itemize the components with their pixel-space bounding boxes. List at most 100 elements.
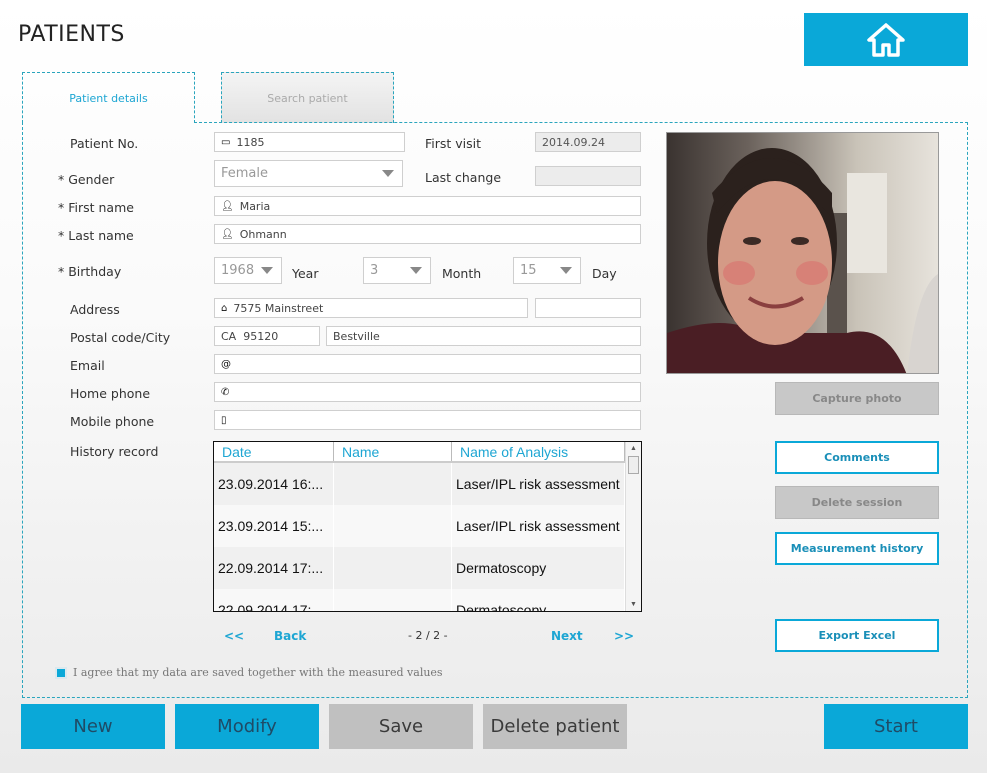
cell-name [334, 463, 452, 505]
save-button[interactable]: Save [329, 704, 473, 749]
table-body: 23.09.2014 16:... Laser/IPL risk assessme… [214, 463, 641, 611]
delete-session-button[interactable]: Delete session [775, 486, 939, 519]
table-row[interactable]: 23.09.2014 15:... Laser/IPL risk assessme… [214, 505, 625, 547]
birth-year-select[interactable]: 1968 [214, 257, 282, 284]
table-header: Date Name Name of Analysis [214, 442, 625, 463]
mobile-phone-field[interactable]: ▯ [214, 410, 641, 430]
gender-value: Female [221, 166, 269, 181]
back-link[interactable]: Back [274, 629, 306, 643]
last-name-field[interactable]: 👤︎ Ohmann [214, 224, 641, 244]
cell-name [334, 505, 452, 547]
gender-label: * Gender [58, 172, 115, 187]
new-button[interactable]: New [21, 704, 165, 749]
address-label: Address [70, 302, 120, 317]
address-extra-field[interactable] [535, 298, 641, 318]
home-button[interactable] [804, 13, 968, 66]
month-label: Month [442, 266, 482, 281]
postal-code-field[interactable]: CA 95120 [214, 326, 320, 346]
chevron-down-icon [560, 267, 572, 274]
delete-patient-button[interactable]: Delete patient [483, 704, 627, 749]
scroll-down-icon[interactable]: ▼ [626, 601, 641, 608]
last-change-label: Last change [425, 170, 502, 185]
birth-day-value: 15 [520, 263, 537, 278]
birth-month-select[interactable]: 3 [363, 257, 431, 284]
home-phone-label: Home phone [70, 386, 151, 401]
mobile-icon: ▯ [221, 414, 227, 426]
cell-analysis: Laser/IPL risk assessment [452, 463, 625, 505]
scroll-up-icon[interactable]: ▲ [626, 445, 641, 452]
comments-button[interactable]: Comments [775, 441, 939, 474]
chevron-down-icon [382, 170, 394, 177]
table-row[interactable]: 22.09.2014 17:... Dermatoscopy [214, 547, 625, 589]
address-value: 7575 Mainstreet [233, 301, 324, 315]
column-header-analysis[interactable]: Name of Analysis [452, 442, 625, 461]
house-icon: ⌂ [221, 302, 228, 314]
city-field[interactable]: Bestville [326, 326, 641, 346]
gender-select[interactable]: Female [214, 160, 403, 187]
history-label: History record [70, 444, 159, 459]
birth-month-value: 3 [370, 263, 379, 278]
last-page-link[interactable]: >> [614, 629, 634, 643]
patient-no-label: Patient No. [70, 136, 139, 151]
email-field[interactable]: @ [214, 354, 641, 374]
next-link[interactable]: Next [551, 629, 583, 643]
cell-analysis: Dermatoscopy [452, 547, 625, 589]
email-label: Email [70, 358, 105, 373]
column-header-date[interactable]: Date [214, 442, 334, 461]
cell-date: 22.09.2014 17:... [214, 547, 334, 589]
page-indicator: - 2 / 2 - [408, 629, 448, 642]
birth-year-value: 1968 [221, 263, 255, 278]
start-button[interactable]: Start [824, 704, 968, 749]
home-phone-field[interactable]: ✆ [214, 382, 641, 402]
export-excel-button[interactable]: Export Excel [775, 619, 939, 652]
cell-date: 22.09.2014 17:... [214, 589, 334, 611]
patient-no-value: 1185 [236, 135, 265, 149]
table-scrollbar[interactable]: ▲ ▼ [625, 442, 641, 611]
home-icon [867, 22, 905, 57]
last-name-label: * Last name [58, 228, 134, 243]
postal-city-label: Postal code/City [70, 330, 171, 345]
first-visit-label: First visit [425, 136, 482, 151]
first-name-label: * First name [58, 200, 134, 215]
capture-photo-button[interactable]: Capture photo [775, 382, 939, 415]
id-card-icon: ▭ [221, 136, 231, 148]
patient-photo-image [667, 148, 938, 373]
cell-date: 23.09.2014 16:... [214, 463, 334, 505]
cell-name [334, 547, 452, 589]
year-label: Year [292, 266, 319, 281]
tab-patient-details[interactable]: Patient details [22, 72, 195, 123]
cell-analysis: Laser/IPL risk assessment [452, 505, 625, 547]
first-page-link[interactable]: << [224, 629, 244, 643]
person-icon: 👤︎ [221, 200, 234, 212]
mobile-phone-label: Mobile phone [70, 414, 155, 429]
first-name-value: Maria [239, 199, 271, 213]
cell-name [334, 589, 452, 611]
birthday-label: * Birthday [58, 264, 122, 279]
first-visit-field: 2014.09.24 [535, 132, 641, 152]
cell-date: 23.09.2014 15:... [214, 505, 334, 547]
patient-photo [666, 132, 939, 374]
birth-day-select[interactable]: 15 [513, 257, 581, 284]
patient-no-field[interactable]: ▭ 1185 [214, 132, 405, 152]
table-row[interactable]: 22.09.2014 17:... Dermatoscopy [214, 589, 625, 611]
consent-checkbox[interactable] [55, 667, 67, 679]
last-name-value: Ohmann [239, 227, 287, 241]
history-table[interactable]: Date Name Name of Analysis 23.09.2014 16… [213, 441, 642, 612]
scrollbar-thumb[interactable] [628, 456, 639, 474]
consent-label: I agree that my data are saved together … [73, 666, 443, 679]
table-row[interactable]: 23.09.2014 16:... Laser/IPL risk assessme… [214, 463, 625, 505]
at-icon: @ [221, 358, 231, 370]
first-name-field[interactable]: 👤︎ Maria [214, 196, 641, 216]
address-field[interactable]: ⌂ 7575 Mainstreet [214, 298, 528, 318]
column-header-name[interactable]: Name [334, 442, 452, 461]
phone-icon: ✆ [221, 386, 230, 398]
chevron-down-icon [261, 267, 273, 274]
last-change-field [535, 166, 641, 186]
day-label: Day [592, 266, 617, 281]
measurement-history-button[interactable]: Measurement history [775, 532, 939, 565]
modify-button[interactable]: Modify [175, 704, 319, 749]
chevron-down-icon [410, 267, 422, 274]
cell-analysis: Dermatoscopy [452, 589, 625, 611]
page-title: PATIENTS [18, 22, 125, 47]
tab-search-patient[interactable]: Search patient [221, 72, 394, 123]
